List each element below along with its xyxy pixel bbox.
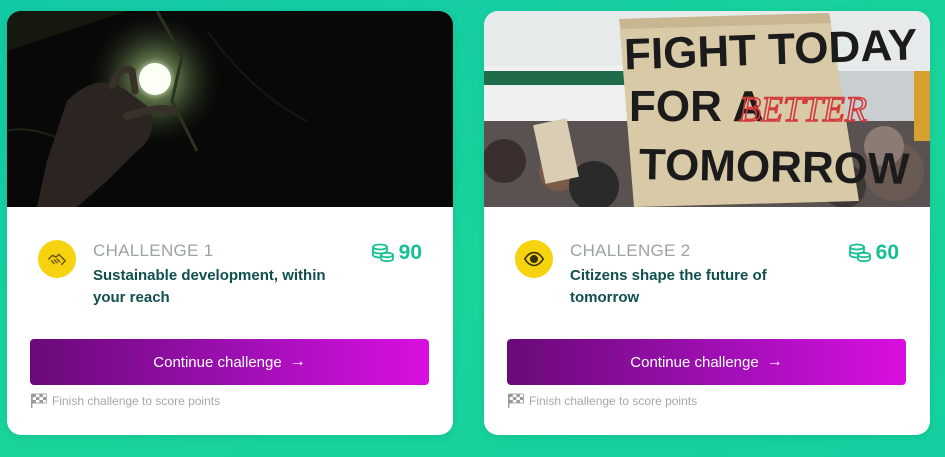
coins-icon <box>848 243 871 263</box>
hint-text: Finish challenge to score points <box>529 393 698 408</box>
continue-challenge-button[interactable]: Continue challenge → <box>507 339 906 385</box>
challenge-card-2[interactable]: FIGHT TODAY FOR A BETTER TOMORROW CHALLE… <box>484 11 930 435</box>
points-value: 90 <box>398 241 422 264</box>
protest-sign-photo: FIGHT TODAY FOR A BETTER TOMORROW <box>484 11 930 207</box>
points-value: 60 <box>875 241 899 264</box>
sign-line-1: FIGHT TODAY <box>623 20 918 79</box>
handshake-icon <box>38 240 76 278</box>
score-hint: Finish challenge to score points <box>507 393 697 408</box>
challenge-label: CHALLENGE 1 <box>93 241 214 260</box>
coins-icon <box>371 243 394 263</box>
points-badge: 60 <box>848 241 899 265</box>
sign-line-4: TOMORROW <box>639 140 911 194</box>
challenge-image: FIGHT TODAY FOR A BETTER TOMORROW <box>484 11 930 207</box>
eye-icon <box>515 240 553 278</box>
challenge-label: CHALLENGE 2 <box>570 241 691 260</box>
hand-light-bulb-photo <box>7 11 453 207</box>
continue-challenge-button[interactable]: Continue challenge → <box>30 339 429 385</box>
score-hint: Finish challenge to score points <box>30 393 220 408</box>
arrow-right-icon: → <box>289 353 306 370</box>
points-badge: 90 <box>371 241 422 265</box>
continue-button-label: Continue challenge <box>153 353 282 371</box>
challenge-title: Sustainable development, within your rea… <box>93 267 326 306</box>
checkered-flag-icon <box>31 393 47 408</box>
hint-text: Finish challenge to score points <box>52 393 221 408</box>
challenge-title: Citizens shape the future of tomorrow <box>570 267 767 306</box>
sign-line-3: BETTER <box>739 89 867 129</box>
checkered-flag-icon <box>508 393 524 408</box>
challenge-card-1[interactable]: CHALLENGE 1 Sustainable development, wit… <box>7 11 453 435</box>
continue-button-label: Continue challenge <box>630 353 759 371</box>
challenge-image <box>7 11 453 207</box>
arrow-right-icon: → <box>766 353 783 370</box>
